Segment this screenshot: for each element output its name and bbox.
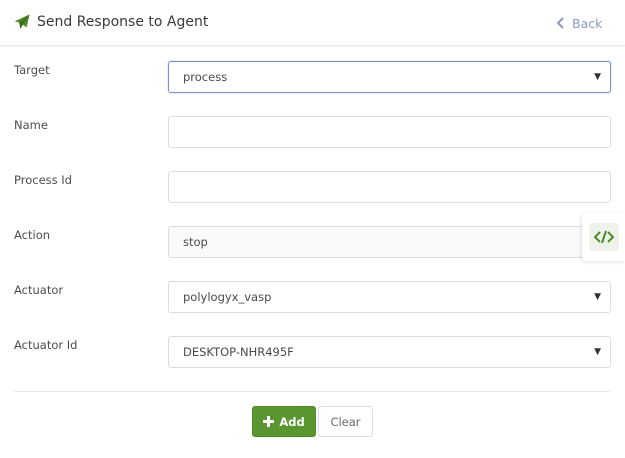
plus-icon bbox=[263, 416, 275, 427]
actuator-id-select[interactable]: DESKTOP-NHR495F ▼ bbox=[168, 336, 611, 368]
add-label: Add bbox=[279, 414, 305, 429]
action-value: stop bbox=[183, 235, 208, 249]
actuator-id-value: DESKTOP-NHR495F bbox=[183, 345, 294, 359]
process-id-label: Process Id bbox=[14, 173, 72, 187]
actuator-label: Actuator bbox=[14, 283, 64, 297]
page-title: Send Response to Agent bbox=[37, 14, 209, 30]
chevron-left-icon bbox=[556, 17, 564, 29]
target-value: process bbox=[183, 70, 228, 84]
paper-plane-icon bbox=[14, 14, 30, 29]
process-id-input[interactable] bbox=[168, 171, 611, 203]
name-input[interactable] bbox=[168, 116, 611, 148]
action-label: Action bbox=[14, 228, 51, 242]
actuator-id-label: Actuator Id bbox=[14, 338, 78, 352]
back-label: Back bbox=[572, 15, 603, 31]
code-tab-inner bbox=[588, 223, 619, 251]
actuator-value: polylogyx_vasp bbox=[183, 290, 272, 304]
target-label: Target bbox=[14, 63, 50, 77]
action-input[interactable]: stop bbox=[168, 226, 611, 258]
form-divider bbox=[14, 391, 610, 392]
back-button[interactable]: Back bbox=[556, 15, 602, 31]
caret-down-icon: ▼ bbox=[594, 292, 601, 302]
code-view-tab[interactable] bbox=[582, 213, 625, 261]
name-label: Name bbox=[14, 118, 48, 132]
caret-down-icon: ▼ bbox=[594, 347, 601, 357]
clear-button[interactable]: Clear bbox=[318, 406, 373, 437]
code-icon bbox=[593, 230, 614, 244]
actuator-select[interactable]: polylogyx_vasp ▼ bbox=[168, 281, 611, 313]
clear-label: Clear bbox=[330, 414, 361, 429]
target-select[interactable]: process ▼ bbox=[168, 61, 611, 93]
page-header: Send Response to Agent Back bbox=[0, 0, 625, 46]
caret-down-icon: ▼ bbox=[594, 72, 601, 82]
add-button[interactable]: Add bbox=[252, 406, 316, 437]
